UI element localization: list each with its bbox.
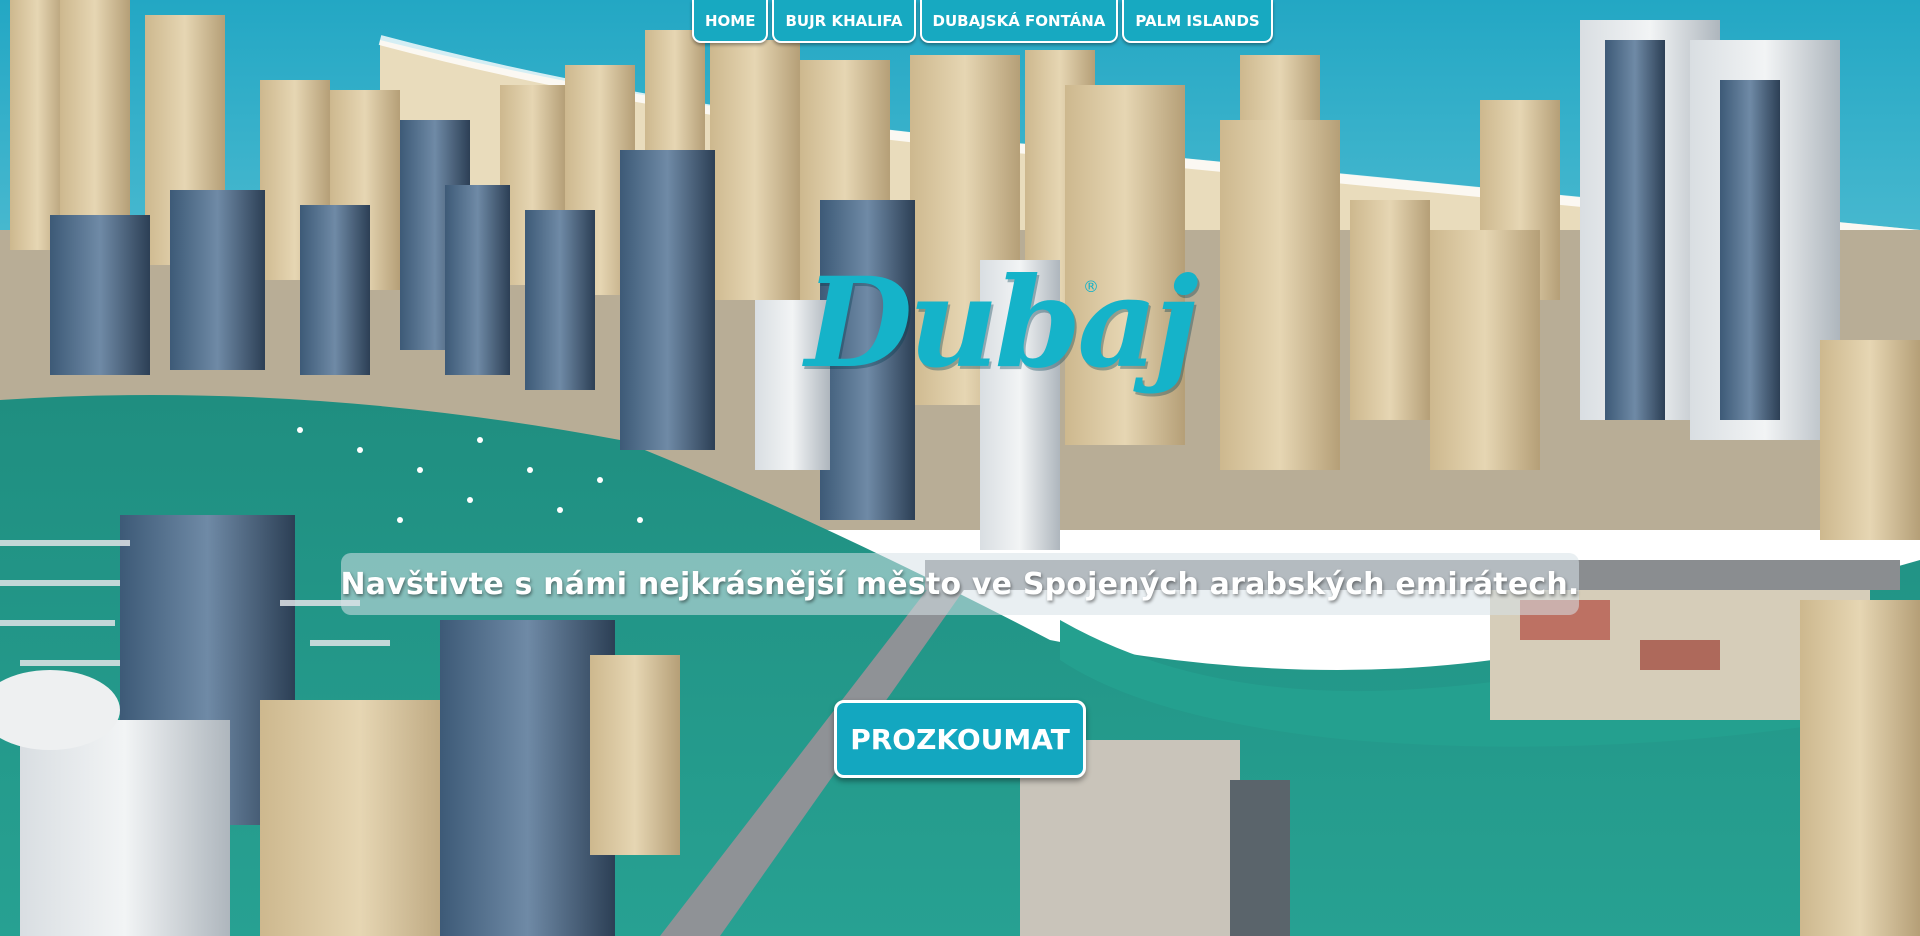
hero-section: HOME BUJR KHALIFA DUBAJSKÁ FONTÁNA PALM … (0, 0, 1920, 936)
nav-item-home[interactable]: HOME (692, 0, 769, 43)
dubai-logo: Dubaj (805, 251, 1199, 396)
nav-item-palm-islands[interactable]: PALM ISLANDS (1122, 0, 1273, 43)
main-navigation: HOME BUJR KHALIFA DUBAJSKÁ FONTÁNA PALM … (692, 0, 1273, 44)
tagline-banner: Navštivte s námi nejkrásnější město ve S… (340, 553, 1580, 615)
dubai-marina-background-image (0, 0, 1920, 936)
explore-button[interactable]: PROZKOUMAT (834, 700, 1086, 778)
tagline-text: Navštivte s námi nejkrásnější město ve S… (340, 566, 1580, 602)
nav-item-burj-khalifa[interactable]: BUJR KHALIFA (772, 0, 916, 43)
nav-item-dubai-fountain[interactable]: DUBAJSKÁ FONTÁNA (919, 0, 1119, 43)
registered-mark-icon: ® (1083, 277, 1099, 296)
